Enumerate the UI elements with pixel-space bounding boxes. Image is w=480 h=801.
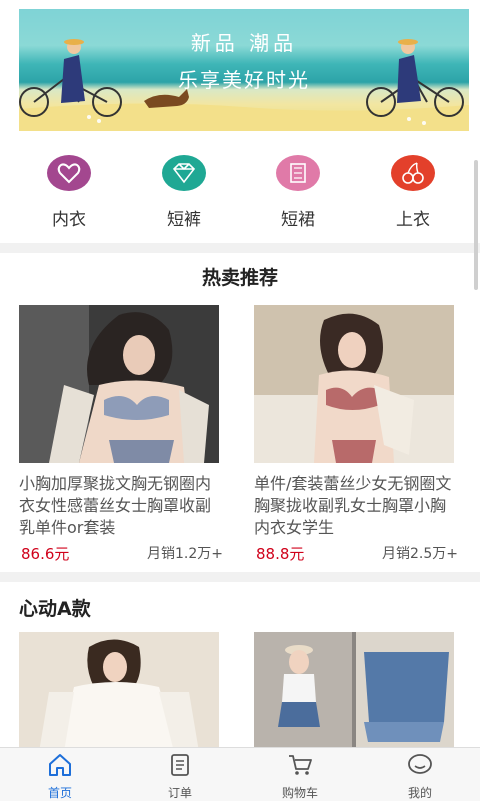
- tab-label: 订单: [167, 786, 192, 800]
- banner-headline: 新品 潮品: [190, 31, 298, 55]
- product-name: 单件/套装蕾丝少女无钢圈文胸聚拢收副乳女士胸罩小胸内衣女学生: [254, 474, 452, 537]
- product-price: 88.8元: [256, 545, 305, 563]
- product-name: 小胸加厚聚拢文胸无钢圈内衣女性感蕾丝女士胸罩收副乳单件or套装: [19, 474, 212, 537]
- a-style-section: 心动A款: [0, 582, 480, 752]
- tab-profile[interactable]: 我的: [360, 752, 480, 801]
- category-item-underwear[interactable]: 内衣: [24, 155, 114, 230]
- banner-container: 新品 潮品 乐享美好时光: [0, 0, 480, 143]
- scrollbar[interactable]: [474, 160, 478, 290]
- bottom-tab-bar: 首页 订单 购物车 我的: [0, 747, 480, 801]
- product-meta: 88.8元 月销2.5万+: [254, 543, 458, 565]
- category-label: 短裙: [281, 210, 315, 230]
- banner-subline: 乐享美好时光: [178, 68, 310, 92]
- diamond-icon: [162, 155, 206, 191]
- tab-label: 我的: [407, 786, 432, 800]
- section-title: 心动A款: [19, 598, 91, 620]
- product-sales: 月销1.2万+: [147, 546, 223, 562]
- cart-icon: [289, 755, 312, 775]
- tab-label: 购物车: [281, 786, 318, 800]
- category-label: 上衣: [396, 210, 430, 230]
- promo-banner[interactable]: 新品 潮品 乐享美好时光: [19, 9, 469, 131]
- category-item-tops[interactable]: 上衣: [368, 155, 458, 230]
- product-image: [254, 305, 454, 463]
- category-item-skirt[interactable]: 短裙: [253, 155, 343, 230]
- product-image[interactable]: [254, 632, 454, 752]
- order-icon: [171, 754, 189, 776]
- product-card[interactable]: 单件/套装蕾丝少女无钢圈文胸聚拢收副乳女士胸罩小胸内衣女学生 88.8元 月销2…: [254, 305, 458, 565]
- category-label: 短裤: [167, 210, 201, 230]
- profile-icon: [408, 754, 432, 774]
- section-title: 热卖推荐: [201, 267, 278, 289]
- product-price: 86.6元: [21, 545, 70, 563]
- product-image[interactable]: [19, 632, 219, 752]
- home-icon: [49, 754, 71, 776]
- heart-icon: [47, 155, 91, 191]
- product-image: [19, 305, 219, 463]
- product-card[interactable]: 小胸加厚聚拢文胸无钢圈内衣女性感蕾丝女士胸罩收副乳单件or套装 86.6元 月销…: [19, 305, 223, 565]
- tab-cart[interactable]: 购物车: [240, 752, 360, 801]
- tab-home[interactable]: 首页: [0, 752, 120, 801]
- category-label: 内衣: [52, 210, 86, 230]
- cherry-icon: [391, 155, 435, 191]
- tab-orders[interactable]: 订单: [120, 752, 240, 801]
- product-sales: 月销2.5万+: [382, 546, 458, 562]
- hot-section: 热卖推荐 小胸加厚聚拢文胸无钢圈内衣女性感蕾丝女士胸罩收副乳单件or套装 86.…: [0, 253, 480, 572]
- category-item-shorts[interactable]: 短裤: [139, 155, 229, 230]
- product-meta: 86.6元 月销1.2万+: [19, 543, 223, 565]
- skirt-icon: [276, 155, 320, 191]
- tab-label: 首页: [47, 786, 72, 800]
- category-nav: 内衣 短裤 短裙 上衣: [0, 143, 480, 243]
